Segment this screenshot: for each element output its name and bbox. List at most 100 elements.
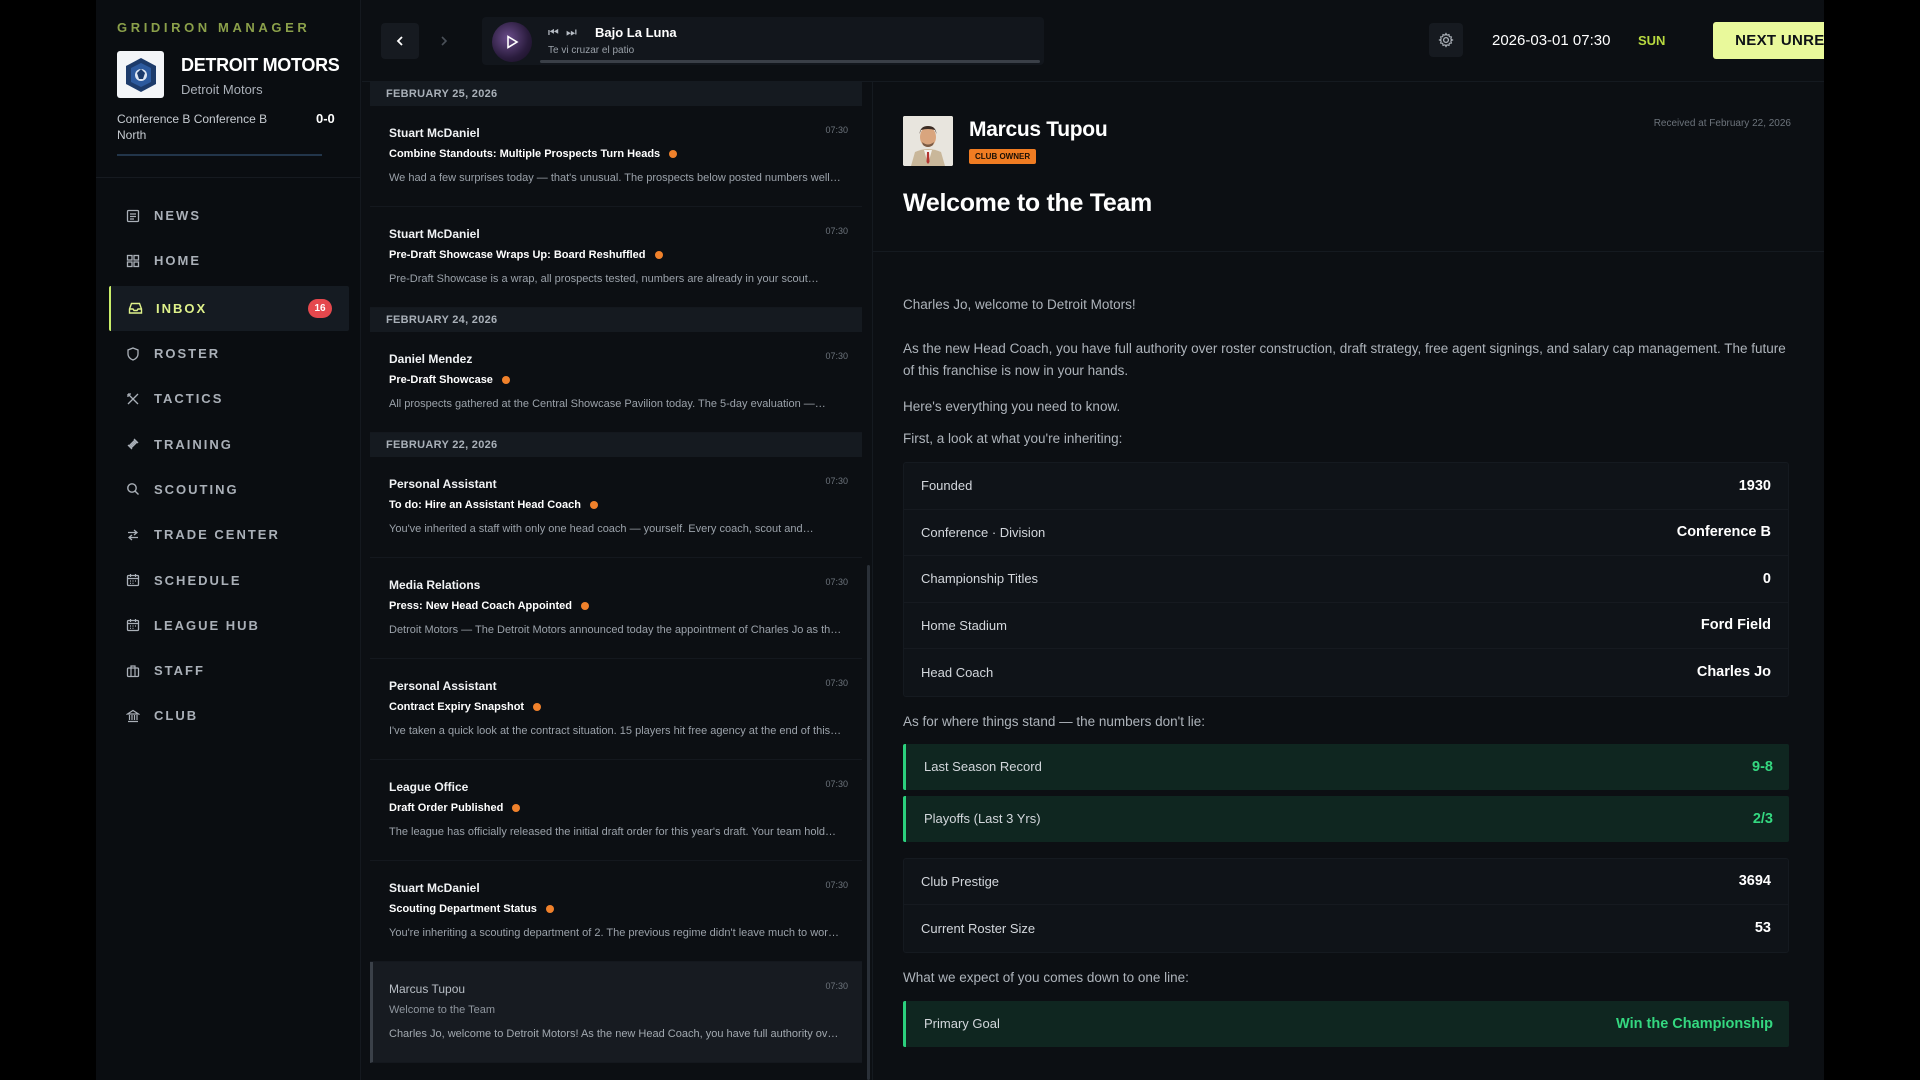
info-value: 9-8 — [1752, 758, 1773, 775]
info-label: Conference · Division — [921, 524, 1046, 540]
mail-sender: Stuart McDaniel — [389, 227, 480, 241]
unread-dot-icon — [545, 905, 554, 914]
primary-goal-row: Primary Goal Win the Championship — [903, 1000, 1789, 1047]
brand-title: GRIDIRON MANAGER — [117, 20, 311, 35]
sidebar-item-staff[interactable]: STAFF — [109, 648, 349, 693]
mail-sender: Personal Assistant — [389, 679, 497, 693]
sidebar-item-inbox[interactable]: INBOX 16 — [109, 285, 349, 331]
sidebar-item-label: SCOUTING — [154, 481, 239, 497]
sidebar-item-label: SCHEDULE — [154, 572, 242, 588]
sidebar-item-label: TRAINING — [154, 436, 233, 452]
mail-subject: Press: New Head Coach Appointed — [389, 600, 572, 612]
sidebar-item-label: ROSTER — [154, 346, 221, 362]
sidebar-item-league-hub[interactable]: LEAGUE HUB — [109, 603, 349, 648]
team-record: 0-0 — [316, 111, 335, 126]
mail-subject: Contract Expiry Snapshot — [389, 701, 525, 713]
mail-preview: Pre-Draft Showcase is a wrap, all prospe… — [389, 273, 819, 285]
sidebar-item-schedule[interactable]: SCHEDULE — [109, 557, 349, 602]
sidebar-item-roster[interactable]: ROSTER — [109, 331, 349, 376]
sidebar-item-club[interactable]: CLUB — [109, 693, 349, 738]
mail-time: 07:30 — [825, 779, 848, 789]
next-unread-button[interactable]: NEXT UNREAD — [1713, 22, 1824, 59]
sidebar-item-scouting[interactable]: SCOUTING — [109, 467, 349, 512]
sidebar-item-label: HOME — [154, 253, 201, 269]
info-label: Founded — [921, 478, 973, 494]
club-facts-table: Founded 1930 Conference · Division Conferen… — [903, 462, 1789, 697]
unread-dot-icon — [580, 602, 589, 611]
settings-button[interactable] — [1429, 23, 1463, 57]
club-stats-table: Club Prestige 3694 Current Roster Size 53 — [903, 857, 1789, 953]
sidebar-item-label: TRADE CENTER — [154, 527, 280, 543]
info-value: 2/3 — [1752, 810, 1773, 827]
date-group-header: FEBRUARY 24, 2026 — [370, 308, 862, 332]
mail-list-item[interactable]: Stuart McDaniel 07:30 Scouting Department … — [370, 861, 862, 962]
team-name: DETROIT MOTORS — [181, 55, 340, 75]
unread-count-badge: 16 — [308, 298, 332, 318]
forward-button[interactable] — [425, 23, 463, 59]
sidebar-item-home[interactable]: HOME — [109, 238, 349, 283]
back-button[interactable] — [381, 23, 419, 59]
sender-name: Marcus Tupou — [969, 118, 1108, 141]
mail-preview: Charles Jo, welcome to Detroit Motors! A… — [389, 1028, 839, 1040]
info-row: Current Roster Size 53 — [904, 905, 1788, 952]
info-row: Playoffs (Last 3 Yrs) 2/3 — [903, 795, 1789, 842]
previous-track-icon[interactable]: ⏮ — [548, 25, 559, 40]
mail-time: 07:30 — [825, 476, 848, 486]
unread-dot-icon — [501, 376, 510, 385]
unread-dot-icon — [512, 804, 521, 813]
divider — [96, 177, 361, 178]
sidebar-item-label: TACTICS — [154, 391, 224, 407]
home-icon — [125, 253, 141, 269]
sender-role-badge: CLUB OWNER — [969, 149, 1037, 164]
mail-list-item[interactable]: Daniel Mendez 07:30 Pre-Draft Showcase All … — [370, 332, 862, 433]
unread-dot-icon — [589, 501, 598, 510]
mail-preview: You're inheriting a scouting department … — [389, 927, 839, 939]
mail-sender: Marcus Tupou — [389, 982, 466, 996]
main-nav: NEWS HOME INBOX 16 ROSTER TACTICS TRAINING SCOU… — [109, 193, 349, 739]
building-icon — [125, 708, 141, 724]
mail-preview: The league has officially released the i… — [389, 826, 837, 838]
info-row: Conference · Division Conference B — [904, 510, 1788, 556]
mail-list-item[interactable]: League Office 07:30 Draft Order Published T… — [370, 760, 862, 861]
mail-subject: Pre-Draft Showcase Wraps Up: Board Reshu… — [389, 249, 646, 261]
briefcase-icon — [125, 663, 141, 679]
goal-value: Win the Championship — [1616, 1015, 1773, 1032]
news-icon — [125, 208, 141, 224]
day-of-week: SUN — [1638, 33, 1666, 48]
mail-list-item[interactable]: Stuart McDaniel 07:30 Combine Standouts: M… — [370, 106, 862, 207]
sidebar-item-label: CLUB — [154, 708, 199, 724]
mail-list-item[interactable]: Stuart McDaniel 07:30 Pre-Draft Showcase W… — [370, 207, 862, 308]
mail-subject: Scouting Department Status — [389, 903, 537, 915]
info-value: Charles Jo — [1696, 664, 1771, 681]
team-conference: Conference B Conference B North — [117, 112, 268, 142]
playback-progress[interactable] — [540, 60, 1040, 63]
chevron-left-icon — [396, 36, 403, 46]
mail-body: Charles Jo, welcome to Detroit Motors! A… — [903, 282, 1789, 1047]
mail-paragraph: Charles Jo, welcome to Detroit Motors! — [903, 297, 1136, 312]
tactics-icon — [125, 391, 141, 407]
mail-list-item[interactable]: Personal Assistant 07:30 Contract Expiry S… — [370, 659, 862, 760]
sidebar-item-tactics[interactable]: TACTICS — [109, 376, 349, 421]
next-track-icon[interactable]: ⏭ — [566, 25, 577, 40]
mail-sender: Personal Assistant — [389, 477, 497, 491]
info-value: 0 — [1762, 570, 1771, 587]
mail-header: Marcus Tupou CLUB OWNER Received at Febr… — [873, 82, 1824, 252]
mail-subject: Pre-Draft Showcase — [389, 374, 493, 386]
album-art[interactable] — [492, 22, 532, 62]
mail-list-item[interactable]: Media Relations 07:30 Press: New Head Coac… — [370, 558, 862, 659]
date-group-header: FEBRUARY 25, 2026 — [370, 82, 862, 106]
next-unread-label: NEXT UNREAD — [1735, 32, 1824, 49]
inbox-icon — [127, 300, 143, 316]
info-label: Head Coach — [921, 664, 994, 680]
mail-time: 07:30 — [825, 981, 848, 991]
sidebar-item-training[interactable]: TRAINING — [109, 421, 349, 466]
info-row: Founded 1930 — [904, 463, 1788, 510]
sidebar-item-trade-center[interactable]: TRADE CENTER — [109, 512, 349, 557]
mail-list-scrollbar[interactable] — [867, 565, 870, 1080]
mail-preview: Detroit Motors — The Detroit Motors anno… — [389, 624, 842, 636]
mail-preview: All prospects gathered at the Central Sh… — [389, 398, 826, 410]
top-bar: ⏮ ⏭ Bajo La Luna Te vi cruzar el patio 2… — [362, 0, 1824, 82]
mail-list-item[interactable]: Marcus Tupou 07:30 Welcome to the Team Char… — [370, 962, 862, 1063]
mail-list-item[interactable]: Personal Assistant 07:30 To do: Hire an As… — [370, 457, 862, 558]
sidebar-item-news[interactable]: NEWS — [109, 193, 349, 238]
